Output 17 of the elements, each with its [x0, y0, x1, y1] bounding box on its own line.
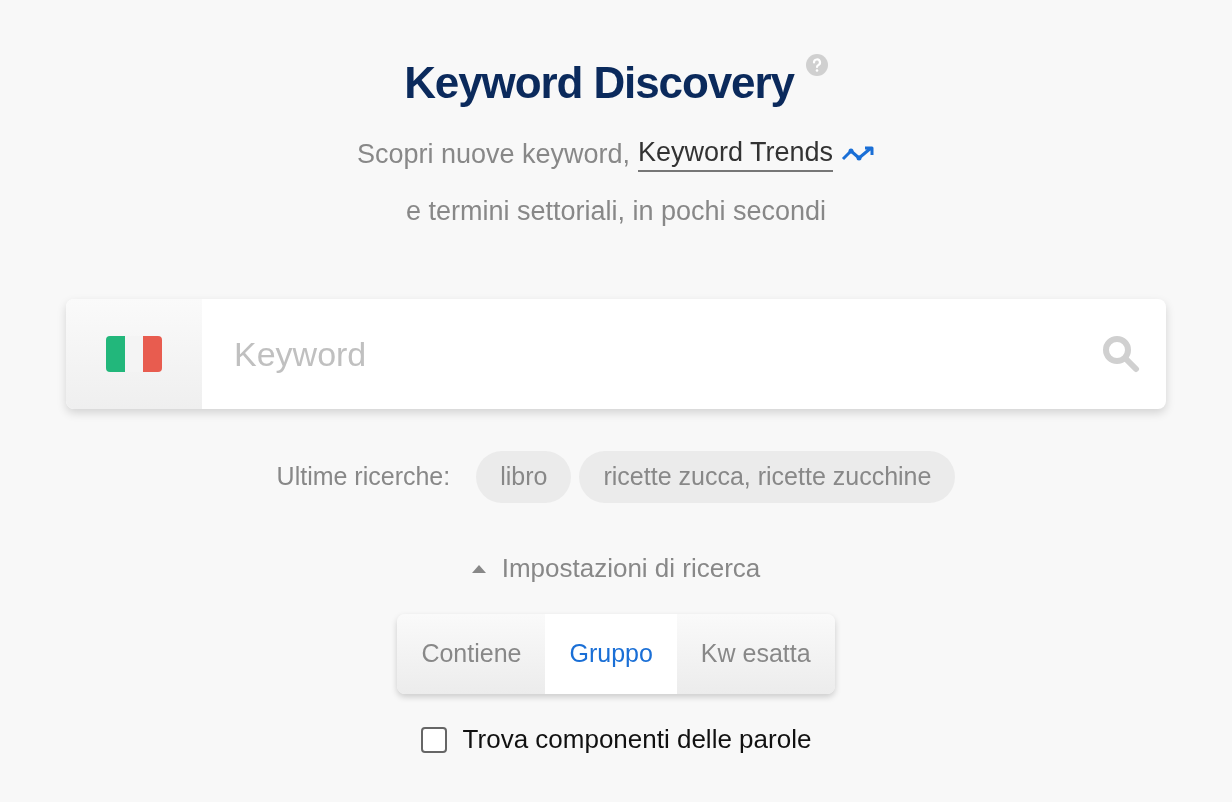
- subtitle-text: e termini settoriali, in pochi secondi: [405, 194, 827, 228]
- keyword-trends-link[interactable]: Keyword Trends: [638, 136, 834, 173]
- search-field[interactable]: Keyword: [66, 299, 1166, 409]
- page-title: Keyword Discovery: [404, 57, 794, 109]
- subtitle-text: Scopri nuove keyword,: [356, 138, 630, 171]
- recent-search-chip[interactable]: ricette zucca, ricette zucchine: [579, 451, 956, 503]
- caret-icon: [471, 564, 486, 573]
- flag-icon: [106, 336, 162, 372]
- country-selector[interactable]: [66, 299, 202, 409]
- checkbox[interactable]: [420, 726, 447, 753]
- mode-tab[interactable]: Contiene: [397, 614, 546, 694]
- recent-searches-label: Ultime ricerche:: [276, 461, 451, 493]
- recent-search-chip[interactable]: libro: [476, 451, 572, 503]
- search-settings-toggle[interactable]: Impostazioni di ricerca: [471, 549, 761, 588]
- mode-tab[interactable]: Gruppo: [545, 614, 677, 694]
- mode-tab[interactable]: Kw esatta: [676, 614, 835, 694]
- checkbox-label: Trova componenti delle parole: [462, 723, 812, 756]
